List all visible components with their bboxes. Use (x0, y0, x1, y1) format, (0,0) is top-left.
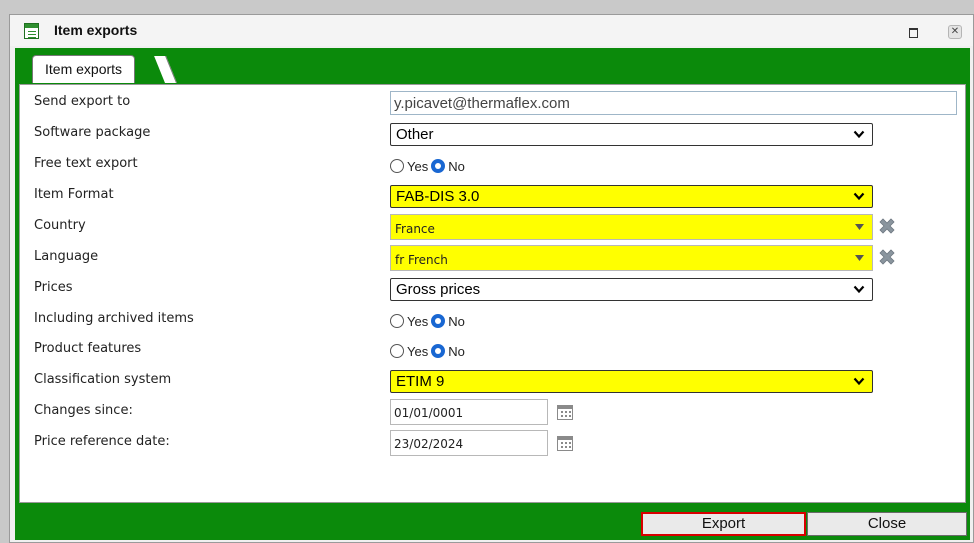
form-icon (24, 23, 39, 39)
row-language: Language fr French (20, 242, 965, 272)
classification-system-select[interactable]: ETIM 9 (390, 370, 873, 393)
tab-edge (154, 56, 177, 83)
archived-yes-label: Yes (407, 313, 429, 329)
prices-value: Gross prices (396, 281, 481, 298)
price-reference-date-label: Price reference date: (34, 434, 170, 449)
close-button[interactable]: Close (807, 512, 967, 536)
country-value: France (395, 222, 435, 236)
item-format-value: FAB-DIS 3.0 (396, 188, 480, 205)
item-format-select[interactable]: FAB-DIS 3.0 (390, 185, 873, 208)
row-item-format: Item Format FAB-DIS 3.0 (20, 180, 965, 210)
maximize-icon[interactable] (906, 25, 920, 39)
row-price-reference-date: Price reference date: 23/02/2024 (20, 427, 965, 457)
price-reference-date-input[interactable]: 23/02/2024 (390, 430, 548, 456)
calendar-icon[interactable] (557, 436, 573, 451)
row-prices: Prices Gross prices (20, 273, 965, 303)
product-features-radios: Yes No (390, 341, 468, 361)
window-title: Item exports (54, 22, 138, 38)
row-send-export-to: Send export to y.picavet@thermaflex.com (20, 87, 965, 117)
row-including-archived-items: Including archived items Yes No (20, 304, 965, 334)
changes-since-label: Changes since: (34, 403, 133, 418)
classification-system-label: Classification system (34, 372, 172, 387)
item-format-label: Item Format (34, 187, 114, 202)
export-button[interactable]: Export (641, 512, 806, 536)
prices-select[interactable]: Gross prices (390, 278, 873, 301)
row-classification-system: Classification system ETIM 9 (20, 365, 965, 395)
product-features-yes-label: Yes (407, 343, 429, 359)
clear-language-icon[interactable] (877, 247, 897, 267)
send-export-to-label: Send export to (34, 94, 131, 109)
archived-no-radio[interactable] (431, 314, 446, 328)
row-software-package: Software package Other (20, 118, 965, 148)
product-features-no-radio[interactable] (431, 344, 446, 358)
row-free-text-export: Free text export Yes No (20, 149, 965, 179)
row-country: Country France (20, 211, 965, 241)
caret-down-icon (855, 224, 864, 230)
including-archived-items-radios: Yes No (390, 311, 468, 331)
prices-label: Prices (34, 280, 73, 295)
free-text-export-radios: Yes No (390, 156, 468, 176)
chevron-down-icon (853, 192, 865, 201)
country-label: Country (34, 218, 86, 233)
send-export-to-input[interactable]: y.picavet@thermaflex.com (390, 91, 957, 115)
row-changes-since: Changes since: 01/01/0001 (20, 396, 965, 426)
language-label: Language (34, 249, 99, 264)
dialog-frame: Item exports Send export to y.picavet@th… (15, 48, 970, 540)
classification-system-value: ETIM 9 (396, 373, 445, 390)
dialog-footer: Export Close (15, 510, 970, 540)
software-package-value: Other (396, 126, 434, 143)
clear-country-icon[interactable] (877, 216, 897, 236)
export-form: Send export to y.picavet@thermaflex.com … (19, 84, 966, 503)
language-select[interactable]: fr French (390, 245, 873, 271)
free-text-export-label: Free text export (34, 156, 138, 171)
country-select[interactable]: France (390, 214, 873, 240)
archived-no-label: No (448, 313, 465, 329)
product-features-yes-radio[interactable] (390, 344, 404, 358)
free-text-export-no-radio[interactable] (431, 159, 446, 173)
archived-yes-radio[interactable] (390, 314, 404, 328)
row-product-features: Product features Yes No (20, 334, 965, 364)
close-icon[interactable]: ✕ (948, 25, 962, 39)
chevron-down-icon (853, 285, 865, 294)
chevron-down-icon (853, 377, 865, 386)
chevron-down-icon (853, 130, 865, 139)
free-text-export-yes-label: Yes (407, 158, 429, 174)
software-package-select[interactable]: Other (390, 123, 873, 146)
free-text-export-yes-radio[interactable] (390, 159, 404, 173)
language-value: fr French (395, 253, 448, 267)
free-text-export-no-label: No (448, 158, 465, 174)
item-exports-window: Item exports ✕ Item exports Send export … (9, 14, 974, 543)
including-archived-items-label: Including archived items (34, 311, 194, 326)
tab-item-exports[interactable]: Item exports (32, 55, 136, 83)
title-bar[interactable]: Item exports ✕ (10, 15, 973, 46)
changes-since-input[interactable]: 01/01/0001 (390, 399, 548, 425)
software-package-label: Software package (34, 125, 151, 140)
calendar-icon[interactable] (557, 405, 573, 420)
caret-down-icon (855, 255, 864, 261)
product-features-label: Product features (34, 341, 142, 356)
product-features-no-label: No (448, 343, 465, 359)
